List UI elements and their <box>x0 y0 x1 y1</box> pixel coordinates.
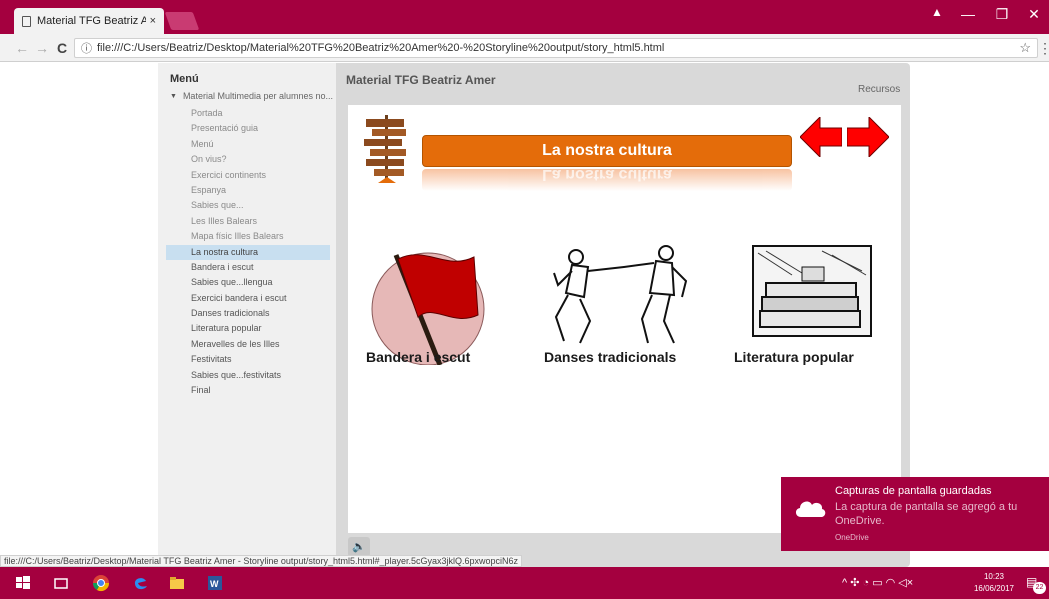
menu-item[interactable]: Menú <box>166 137 330 152</box>
menu-title: Menú <box>170 73 199 85</box>
system-tray[interactable]: ^ ✣ ◔ ▭ ◠ ◁× <box>842 576 913 589</box>
title-reflection: La nostra cultura <box>422 169 792 191</box>
menu-item[interactable]: Danses tradicionals <box>166 306 330 321</box>
menu-sidebar: Menú ▼ Material Multimedia per alumnes n… <box>158 63 336 567</box>
task-view-icon[interactable] <box>52 574 70 592</box>
menu-root-item[interactable]: ▼ Material Multimedia per alumnes no... <box>170 91 333 101</box>
back-button[interactable]: ← <box>14 40 30 56</box>
url-text[interactable]: file:///C:/Users/Beatriz/Desktop/Materia… <box>97 42 1015 54</box>
chrome-icon[interactable] <box>92 574 110 592</box>
notification-count-badge: 22 <box>1033 582 1046 594</box>
bookmark-star-icon[interactable]: ☆ <box>1019 40 1031 56</box>
toast-title: Capturas de pantalla guardadas <box>835 485 992 497</box>
close-window-button[interactable]: ✕ <box>1024 6 1044 23</box>
slide-canvas: La nostra cultura La nostra cultura Band… <box>348 105 901 533</box>
windows-start-icon[interactable] <box>14 574 32 592</box>
title-bar: Material TFG Beatriz Ame × ▲ — ❐ ✕ <box>0 0 1049 34</box>
address-bar[interactable]: ⓘ file:///C:/Users/Beatriz/Desktop/Mater… <box>74 38 1038 58</box>
edge-icon[interactable] <box>132 574 150 592</box>
menu-list: Portada Presentació guia Menú On vius? Exerc… <box>166 106 330 398</box>
toast-source: OneDrive <box>835 533 869 542</box>
tab-close-button[interactable]: × <box>150 15 156 27</box>
menu-item[interactable]: On vius? <box>166 152 330 167</box>
flag-icon[interactable] <box>366 245 486 366</box>
page-icon <box>22 15 31 27</box>
books-icon[interactable] <box>752 245 872 337</box>
tile-danses[interactable]: Danses tradicionals <box>544 245 694 365</box>
menu-item[interactable]: La nostra cultura <box>166 244 330 260</box>
status-bar: file:///C:/Users/Beatriz/Desktop/Materia… <box>0 555 523 567</box>
tile-label-literatura: Literatura popular <box>734 349 854 365</box>
expand-arrow-icon[interactable]: ▼ <box>170 93 177 100</box>
reload-button[interactable]: C <box>54 40 70 56</box>
menu-item[interactable]: Les Illes Balears <box>166 214 330 229</box>
menu-root-label: Material Multimedia per alumnes no... <box>182 91 334 101</box>
restore-button[interactable]: ❐ <box>992 6 1012 23</box>
slide-title: La nostra cultura <box>542 142 672 159</box>
menu-item[interactable]: Bandera i escut <box>166 260 330 275</box>
signpost-icon <box>364 115 406 183</box>
menu-item[interactable]: Literatura popular <box>166 321 330 336</box>
svg-text:W: W <box>210 579 219 589</box>
tile-literatura[interactable]: Literatura popular <box>734 245 884 365</box>
tile-label-bandera: Bandera i escut <box>366 349 471 365</box>
menu-item[interactable]: Sabies que...festivitats <box>166 368 330 383</box>
tab-title: Material TFG Beatriz Ame <box>37 15 146 27</box>
browser-toolbar: ← → C ⓘ file:///C:/Users/Beatriz/Desktop… <box>0 34 1049 62</box>
menu-item[interactable]: Presentació guia <box>166 121 330 136</box>
menu-item[interactable]: Mapa físic Illes Balears <box>166 229 330 244</box>
browser-tab[interactable]: Material TFG Beatriz Ame × <box>14 8 164 34</box>
clock-time: 10:23 <box>983 572 1005 581</box>
new-tab-button[interactable] <box>164 12 200 30</box>
forward-button[interactable]: → <box>34 40 50 56</box>
menu-item[interactable]: Exercici continents <box>166 168 330 183</box>
minimize-button[interactable]: — <box>958 6 978 22</box>
resources-button[interactable]: Recursos <box>858 84 900 95</box>
tile-label-danses: Danses tradicionals <box>544 349 677 365</box>
menu-item[interactable]: Sabies que...llengua <box>166 275 330 290</box>
clock[interactable]: 10:23 16/06/2017 <box>970 571 1018 595</box>
slide-title-banner: La nostra cultura <box>422 135 792 167</box>
profile-icon[interactable]: ▲ <box>929 5 945 21</box>
toast-body: La captura de pantalla se agregó a tu On… <box>835 501 1018 527</box>
file-explorer-icon[interactable] <box>168 574 186 592</box>
previous-arrow-icon[interactable] <box>800 117 842 157</box>
menu-item[interactable]: Portada <box>166 106 330 121</box>
menu-item[interactable]: Festivitats <box>166 352 330 367</box>
browser-menu-button[interactable]: ⋮ <box>1038 40 1049 57</box>
browser-window: Material TFG Beatriz Ame × ▲ — ❐ ✕ ← → C… <box>0 0 1049 599</box>
info-icon[interactable]: ⓘ <box>81 40 92 56</box>
menu-item[interactable]: Exercici bandera i escut <box>166 291 330 306</box>
clock-date: 16/06/2017 <box>973 584 1015 593</box>
tile-bandera[interactable]: Bandera i escut <box>366 245 486 366</box>
menu-item[interactable]: Meravelles de les Illes <box>166 337 330 352</box>
dancers-icon[interactable] <box>544 245 694 345</box>
title-reflection-text: La nostra cultura <box>542 169 672 183</box>
next-arrow-icon[interactable] <box>847 117 889 157</box>
menu-item[interactable]: Espanya <box>166 183 330 198</box>
word-icon[interactable]: W <box>206 574 224 592</box>
taskbar: W ^ ✣ ◔ ▭ ◠ ◁× 10:23 16/06/2017 ▤ 22 <box>0 567 1049 599</box>
menu-item[interactable]: Final <box>166 383 330 398</box>
player-title: Material TFG Beatriz Amer <box>346 73 496 87</box>
volume-button[interactable]: 🔈 <box>348 537 370 557</box>
menu-item[interactable]: Sabies que... <box>166 198 330 213</box>
onedrive-toast[interactable]: Capturas de pantalla guardadas La captur… <box>781 477 1049 551</box>
cloud-icon <box>795 501 826 517</box>
